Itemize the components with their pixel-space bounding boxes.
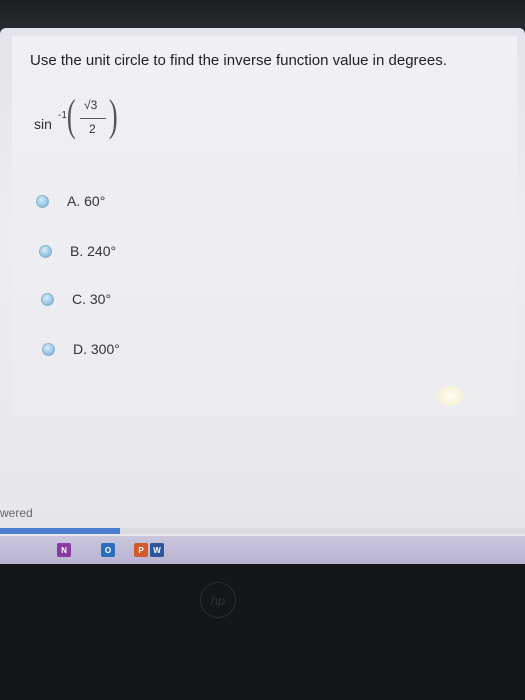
radio-button-c[interactable] (41, 292, 54, 306)
choice-a-label: A. 60° (67, 193, 106, 209)
screen-glare (436, 385, 464, 407)
choice-c-label: C. 30° (72, 291, 112, 307)
word-icon[interactable]: W (150, 543, 164, 557)
function-exponent: -1 (58, 110, 67, 121)
radio-button-b[interactable] (39, 244, 52, 258)
taskbar: N O P W (0, 536, 525, 564)
hp-logo: hp (200, 582, 236, 618)
choice-d-label: D. 300° (73, 341, 120, 357)
choice-b-label: B. 240° (70, 243, 117, 259)
progress-bar-fill (0, 528, 120, 534)
question-card: Use the unit circle to find the inverse … (12, 36, 517, 416)
radio-button-a[interactable] (36, 194, 49, 208)
left-paren: ( (66, 91, 76, 140)
fraction-numerator: √3 (84, 98, 98, 112)
progress-bar (0, 528, 525, 534)
fraction-bar (80, 118, 106, 119)
answered-status-text: wered (0, 506, 33, 520)
right-paren: ) (108, 91, 118, 140)
choice-b[interactable]: B. 240° (39, 240, 116, 262)
screen: Use the unit circle to find the inverse … (0, 28, 525, 536)
radio-button-d[interactable] (42, 342, 55, 356)
math-expression: sin -1 ( √3 2 ) (34, 90, 144, 146)
powerpoint-icon[interactable]: P (134, 543, 148, 557)
choice-d[interactable]: D. 300° (42, 338, 120, 360)
function-name: sin (34, 116, 52, 132)
choice-a[interactable]: A. 60° (36, 190, 105, 212)
onenote-icon[interactable]: N (57, 543, 71, 557)
outlook-icon[interactable]: O (101, 543, 115, 557)
fraction-denominator: 2 (89, 122, 96, 136)
choice-c[interactable]: C. 30° (41, 288, 111, 310)
question-text: Use the unit circle to find the inverse … (30, 52, 447, 69)
